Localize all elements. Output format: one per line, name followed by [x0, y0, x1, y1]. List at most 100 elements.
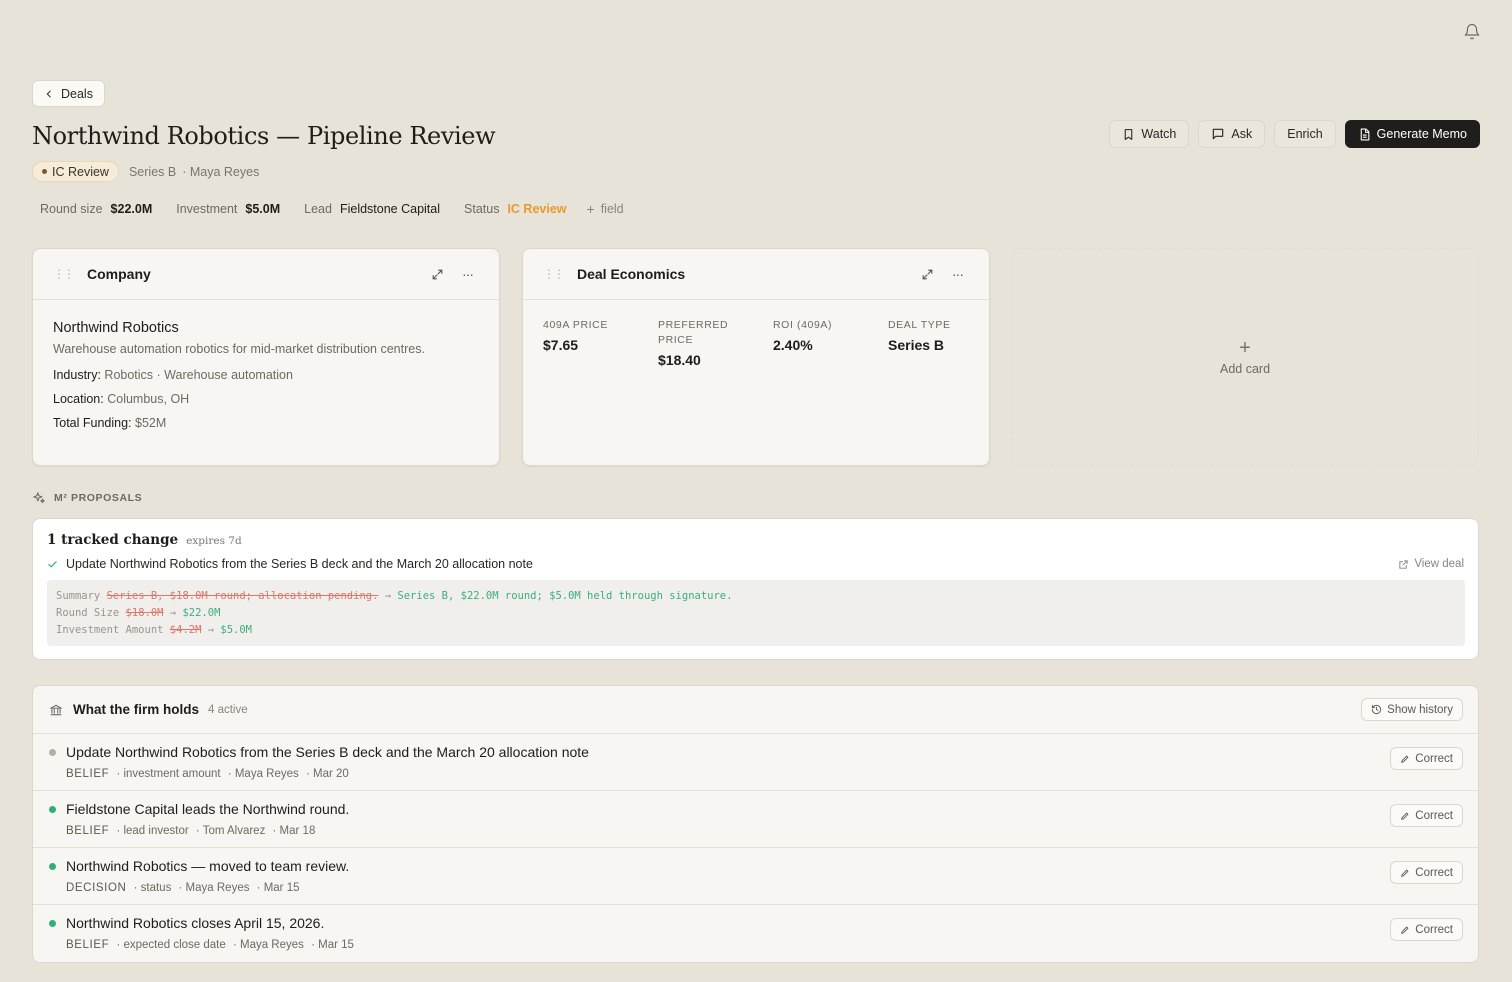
holds-row: Northwind Robotics closes April 15, 2026… [33, 905, 1478, 962]
holds-row-meta: BELIEF · expected close date · Maya Reye… [66, 939, 354, 951]
diff-box: Summary Series B, $18.0M round; allocati… [47, 580, 1465, 646]
round-size-value: $22.0M [110, 201, 153, 216]
add-field-button[interactable]: + field [579, 202, 632, 216]
owner-label: · Maya Reyes [182, 164, 260, 179]
sparkle-icon [33, 492, 45, 504]
holds-row-date: · Mar 15 [311, 939, 354, 951]
series-label: Series B [128, 164, 177, 179]
pencil-icon [1401, 869, 1409, 877]
field-round-size[interactable]: Round size $22.0M [32, 202, 160, 216]
status-dot [49, 806, 56, 813]
drag-handle-icon[interactable]: ⋮⋮ [53, 267, 75, 281]
proposal-card: 1 tracked change expires 7d Update North… [32, 518, 1479, 660]
correct-button[interactable]: Correct [1390, 861, 1463, 884]
investment-value: $5.0M [245, 201, 281, 216]
plus-icon: + [586, 200, 595, 217]
diff-row-investment: Investment Amount $4.2M → $5.0M [56, 624, 252, 636]
correct-button[interactable]: Correct [1390, 747, 1463, 770]
company-card: ⋮⋮ Company ··· Northwind Robotics Wareho… [32, 248, 500, 466]
status-dot [49, 749, 56, 756]
document-icon [1360, 128, 1370, 140]
ask-button[interactable]: Ask [1198, 120, 1266, 148]
page-title: Northwind Robotics — Pipeline Review [32, 122, 496, 150]
holds-row-type: BELIEF [66, 768, 110, 780]
holds-count: 4 active [208, 703, 248, 716]
holds-row-date: · Mar 18 [272, 825, 316, 837]
status-pill-label: IC Review [52, 164, 109, 179]
view-deal-link[interactable]: View deal [1398, 558, 1464, 570]
pencil-icon [1401, 812, 1409, 820]
status-value: IC Review [507, 201, 567, 216]
field-status[interactable]: Status IC Review [456, 202, 575, 216]
holds-row-field: · expected close date [116, 939, 226, 951]
holds-row-field: · status [133, 882, 172, 894]
holds-row: Northwind Robotics — moved to team revie… [33, 848, 1478, 905]
status-dot [49, 863, 56, 870]
more-icon[interactable]: ··· [462, 267, 474, 281]
proposals-section-label: M² PROPOSALS [32, 491, 142, 505]
field-investment[interactable]: Investment $5.0M [168, 202, 288, 216]
company-funding: Total Funding: $52M [53, 416, 167, 430]
more-icon[interactable]: ··· [952, 267, 964, 281]
watch-button[interactable]: Watch [1109, 120, 1190, 148]
status-dot [49, 920, 56, 927]
expand-icon[interactable] [431, 268, 444, 281]
bookmark-icon [1125, 128, 1133, 140]
ask-label: Ask [1231, 127, 1253, 141]
status-pill: IC Review [32, 161, 119, 182]
diff-row-round-size: Round Size $18.0M → $22.0M [56, 607, 221, 619]
lead-label: Lead [304, 201, 332, 216]
holds-header: What the firm holds 4 active Show histor… [33, 686, 1478, 734]
generate-memo-button[interactable]: Generate Memo [1344, 120, 1480, 148]
economics-metrics: 409A PRICE $7.65 PREFERRED PRICE $18.40 … [523, 300, 989, 386]
correct-button[interactable]: Correct [1390, 804, 1463, 827]
lead-value: Fieldstone Capital [339, 201, 441, 216]
back-label: Deals [61, 86, 93, 101]
add-card-label: Add card [1219, 362, 1271, 376]
pencil-icon [1401, 926, 1409, 934]
holds-row-author: · Maya Reyes [178, 882, 250, 894]
holds-row-title: Fieldstone Capital leads the Northwind r… [66, 801, 350, 817]
add-card-button[interactable]: + Add card [1011, 248, 1479, 466]
holds-row-title: Northwind Robotics — moved to team revie… [66, 858, 350, 874]
company-industry: Industry: Robotics · Warehouse automatio… [53, 368, 293, 382]
holds-row-type: BELIEF [66, 825, 110, 837]
enrich-button[interactable]: Enrich [1274, 120, 1336, 148]
add-field-label: field [600, 201, 624, 216]
holds-row-field: · investment amount [116, 768, 221, 780]
proposal-title: 1 tracked change [47, 532, 179, 548]
status-label: Status [464, 201, 500, 216]
round-size-label: Round size [40, 201, 103, 216]
expand-icon[interactable] [921, 268, 934, 281]
diff-row-summary: Summary Series B, $18.0M round; allocati… [56, 590, 733, 602]
holds-row-author: · Maya Reyes [227, 768, 299, 780]
external-link-icon [1399, 559, 1408, 569]
status-dot [42, 169, 47, 174]
holds-row-field: · lead investor [116, 825, 189, 837]
company-card-header: ⋮⋮ Company ··· [33, 249, 499, 300]
pencil-icon [1401, 755, 1409, 763]
economics-card-title: Deal Economics [577, 266, 686, 282]
watch-label: Watch [1141, 127, 1177, 141]
enrich-label: Enrich [1287, 127, 1323, 141]
holds-row-date: · Mar 20 [305, 768, 349, 780]
holds-title: What the firm holds [73, 702, 199, 717]
chat-icon [1213, 128, 1224, 140]
proposal-expiry: expires 7d [186, 535, 242, 547]
holds-row-date: · Mar 15 [256, 882, 300, 894]
economics-card-header: ⋮⋮ Deal Economics ··· [523, 249, 989, 300]
bell-icon[interactable] [1463, 23, 1481, 41]
field-lead[interactable]: Lead Fieldstone Capital [296, 202, 448, 216]
company-description: Warehouse automation robotics for mid-ma… [53, 342, 425, 356]
firm-holds-panel: What the firm holds 4 active Show histor… [32, 685, 1479, 963]
correct-button[interactable]: Correct [1390, 918, 1463, 941]
drag-handle-icon[interactable]: ⋮⋮ [543, 267, 565, 281]
generate-memo-label: Generate Memo [1376, 127, 1467, 141]
back-to-deals-button[interactable]: Deals [32, 80, 105, 107]
company-name: Northwind Robotics [53, 320, 179, 336]
deal-fields: Round size $22.0M Investment $5.0M Lead … [32, 196, 632, 221]
holds-row-meta: BELIEF · lead investor · Tom Alvarez · M… [66, 825, 315, 837]
company-location: Location: Columbus, OH [53, 392, 190, 406]
holds-row-title: Northwind Robotics closes April 15, 2026… [66, 915, 325, 931]
show-history-button[interactable]: Show history [1361, 698, 1463, 721]
